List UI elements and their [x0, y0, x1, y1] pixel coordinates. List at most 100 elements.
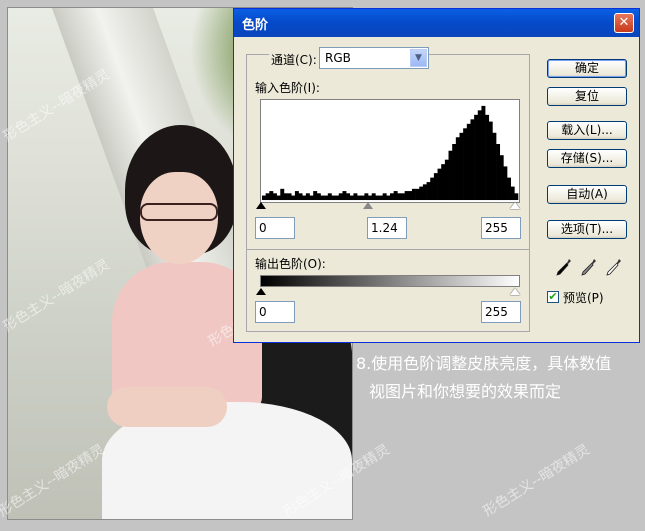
histogram-bar: [422, 184, 427, 201]
histogram-bar: [261, 195, 266, 201]
caption: 8.使用色阶调整皮肤亮度，具体数值 视图片和你想要的效果而定: [356, 350, 641, 406]
histogram-bar: [276, 195, 281, 201]
histogram-bar: [324, 195, 329, 201]
histogram-bar: [477, 110, 482, 201]
histogram-bar: [283, 193, 288, 201]
histogram-bar: [353, 193, 358, 201]
output-gradient: [260, 275, 520, 287]
histogram-bar: [474, 114, 479, 201]
histogram-bar: [316, 193, 321, 201]
histogram: [260, 99, 520, 203]
ok-button[interactable]: 确定: [547, 59, 627, 78]
histogram-bar: [455, 137, 460, 201]
histogram-bar: [415, 188, 420, 201]
output-black-slider[interactable]: [256, 288, 266, 295]
histogram-bar: [386, 195, 391, 201]
histogram-bar: [441, 164, 446, 201]
title-bar[interactable]: 色阶 ✕: [234, 9, 639, 37]
histogram-bar: [510, 186, 515, 201]
preview-label[interactable]: 预览(P): [563, 289, 604, 306]
histogram-bar: [382, 193, 387, 201]
histogram-bar: [291, 195, 296, 201]
gray-eyedropper-icon[interactable]: [580, 257, 598, 277]
channel-select[interactable]: RGB ▼: [319, 47, 429, 69]
levels-dialog: 色阶 ✕ 通道(C): RGB ▼ 输入色阶(I): 0 1.24 255 输出…: [233, 8, 640, 343]
channel-label: 通道(C):: [269, 51, 319, 68]
histogram-bar: [488, 121, 493, 201]
histogram-bar: [430, 177, 435, 201]
histogram-bar: [485, 114, 490, 201]
watermark: 形色主义--暗夜精灵: [480, 441, 593, 520]
caption-line-1: 8.使用色阶调整皮肤亮度，具体数值: [356, 354, 612, 373]
histogram-bar: [269, 191, 274, 201]
input-white-slider[interactable]: [510, 202, 520, 209]
histogram-bar: [499, 155, 504, 201]
input-gamma-field[interactable]: 1.24: [367, 217, 407, 239]
white-eyedropper-icon[interactable]: [605, 257, 623, 277]
histogram-bar: [393, 191, 398, 201]
histogram-bar: [466, 123, 471, 201]
histogram-bar: [411, 188, 416, 201]
input-white-field[interactable]: 255: [481, 217, 521, 239]
histogram-bar: [463, 128, 468, 201]
close-icon: ✕: [618, 15, 630, 30]
save-button[interactable]: 存储(S)...: [547, 149, 627, 168]
histogram-bar: [371, 193, 376, 201]
histogram-bar: [419, 186, 424, 201]
output-black-field[interactable]: 0: [255, 301, 295, 323]
histogram-bar: [390, 193, 394, 201]
options-button[interactable]: 选项(T)...: [547, 220, 627, 239]
histogram-bar: [346, 193, 351, 201]
histogram-bar: [507, 177, 511, 201]
close-button[interactable]: ✕: [614, 13, 634, 33]
histogram-bar: [459, 132, 464, 201]
histogram-bar: [408, 191, 413, 201]
load-button[interactable]: 载入(L)...: [547, 121, 627, 140]
chevron-down-icon[interactable]: ▼: [410, 49, 427, 67]
dialog-title: 色阶: [242, 18, 269, 33]
input-black-field[interactable]: 0: [255, 217, 295, 239]
histogram-bar: [287, 193, 292, 201]
input-black-slider[interactable]: [256, 202, 266, 209]
histogram-bar: [364, 193, 369, 201]
histogram-bar: [360, 195, 365, 201]
histogram-bar: [298, 193, 303, 201]
output-white-field[interactable]: 255: [481, 301, 521, 323]
histogram-bar: [496, 143, 501, 201]
histogram-bar: [327, 193, 332, 201]
histogram-bar: [335, 195, 340, 201]
histogram-bar: [492, 132, 497, 201]
histogram-bar: [433, 173, 438, 201]
histogram-bar: [368, 195, 373, 201]
input-levels-label: 输入色阶(I):: [255, 81, 320, 95]
histogram-bar: [400, 193, 405, 201]
histogram-bar: [331, 195, 336, 201]
histogram-bar: [397, 193, 402, 201]
histogram-bar: [379, 195, 383, 201]
histogram-bar: [313, 191, 318, 201]
preview-checkbox[interactable]: ✔: [547, 291, 559, 303]
histogram-bar: [357, 195, 362, 201]
auto-button[interactable]: 自动(A): [547, 185, 627, 204]
histogram-bar: [272, 193, 277, 201]
histogram-bar: [349, 195, 354, 201]
histogram-bar: [448, 150, 453, 201]
histogram-bar: [294, 191, 299, 201]
histogram-bar: [302, 195, 307, 201]
histogram-bar: [481, 105, 486, 201]
caption-line-2: 视图片和你想要的效果而定: [369, 382, 562, 401]
input-gamma-slider[interactable]: [363, 202, 373, 209]
histogram-bar: [320, 195, 325, 201]
divider: [246, 249, 530, 250]
histogram-bar: [444, 159, 449, 201]
output-white-slider[interactable]: [510, 288, 520, 295]
histogram-bar: [305, 193, 310, 201]
histogram-bar: [404, 191, 409, 201]
reset-button[interactable]: 复位: [547, 87, 627, 106]
histogram-bar: [503, 166, 508, 201]
histogram-bar: [514, 193, 519, 201]
histogram-bar: [437, 168, 442, 201]
check-icon: ✔: [548, 290, 558, 303]
channel-value: RGB: [325, 51, 351, 65]
black-eyedropper-icon[interactable]: [555, 257, 573, 277]
